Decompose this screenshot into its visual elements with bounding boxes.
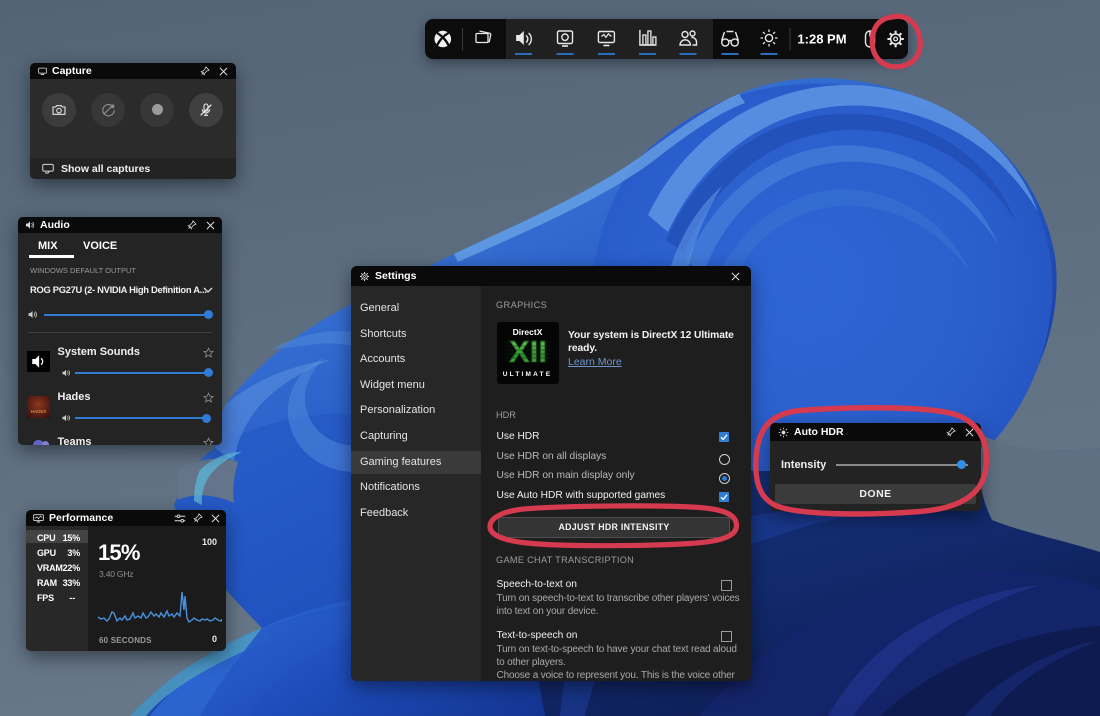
svg-text:1:28 PM: 1:28 PM (797, 32, 846, 47)
svg-text:XII: XII (509, 335, 547, 369)
